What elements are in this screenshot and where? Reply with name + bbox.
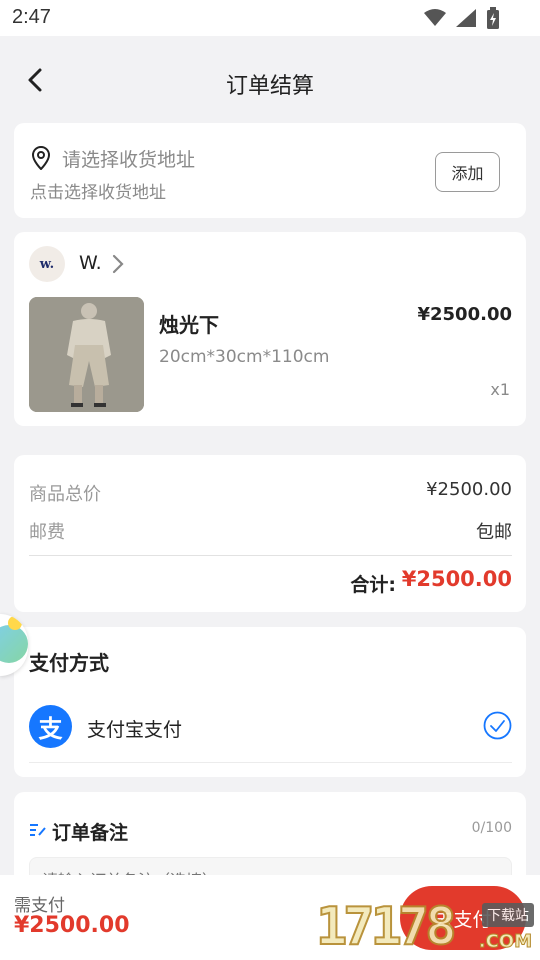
address-card[interactable]: 请选择收货地址 点击选择收货地址 添加 bbox=[14, 123, 526, 218]
note-char-count: 0/100 bbox=[471, 820, 512, 836]
system-icons bbox=[424, 7, 500, 29]
edit-note-icon bbox=[30, 824, 46, 836]
location-pin-icon bbox=[31, 146, 51, 170]
shop-name[interactable]: W. bbox=[79, 252, 102, 274]
assistant-icon bbox=[0, 625, 28, 663]
goods-total-value: ¥2500.00 bbox=[426, 479, 512, 500]
navigation-bar: 订单结算 bbox=[0, 36, 540, 124]
address-title: 请选择收货地址 bbox=[62, 149, 196, 171]
checkout-footer: 需支付 ¥2500.00 去支付 bbox=[0, 875, 540, 960]
payment-title: 支付方式 bbox=[29, 651, 109, 675]
price-summary-card: 商品总价 ¥2500.00 邮费 包邮 合计: ¥2500.00 bbox=[14, 455, 526, 612]
signal-icon bbox=[456, 9, 476, 27]
wifi-icon bbox=[424, 9, 446, 26]
amount-due-value: ¥2500.00 bbox=[14, 913, 130, 938]
payment-method-name[interactable]: 支付宝支付 bbox=[87, 715, 182, 742]
product-figure-illustration bbox=[29, 297, 144, 412]
add-address-button[interactable]: 添加 bbox=[435, 152, 500, 192]
product-price: ¥2500.00 bbox=[417, 304, 512, 325]
note-title: 订单备注 bbox=[52, 822, 129, 844]
page-title: 订单结算 bbox=[225, 74, 314, 99]
alipay-icon: 支 bbox=[29, 705, 72, 748]
payment-method-card: 支付方式 支 支付宝支付 bbox=[14, 627, 526, 777]
divider bbox=[29, 555, 512, 556]
status-time: 2:47 bbox=[12, 6, 51, 28]
status-bar: 2:47 bbox=[0, 0, 540, 36]
sun-icon bbox=[8, 616, 22, 630]
product-name: 烛光下 bbox=[159, 313, 219, 337]
shipping-label: 邮费 bbox=[29, 522, 65, 543]
battery-icon bbox=[487, 7, 499, 29]
product-image[interactable] bbox=[29, 297, 144, 412]
goods-total-label: 商品总价 bbox=[29, 484, 101, 505]
address-subtitle: 点击选择收货地址 bbox=[30, 183, 166, 203]
total-value: ¥2500.00 bbox=[401, 567, 512, 591]
pay-button[interactable]: 去支付 bbox=[400, 886, 526, 950]
shipping-value: 包邮 bbox=[476, 522, 512, 543]
divider bbox=[29, 762, 512, 763]
shop-avatar[interactable]: w. bbox=[29, 246, 65, 282]
total-label: 合计: bbox=[350, 574, 396, 596]
product-spec: 20cm*30cm*110cm bbox=[159, 347, 330, 367]
check-circle-icon[interactable] bbox=[483, 711, 512, 740]
shop-order-card: w. W. 烛光下 20cm*30cm*110cm ¥2500.00 x1 bbox=[14, 232, 526, 426]
chevron-right-icon[interactable] bbox=[110, 253, 126, 275]
product-quantity: x1 bbox=[490, 380, 510, 399]
